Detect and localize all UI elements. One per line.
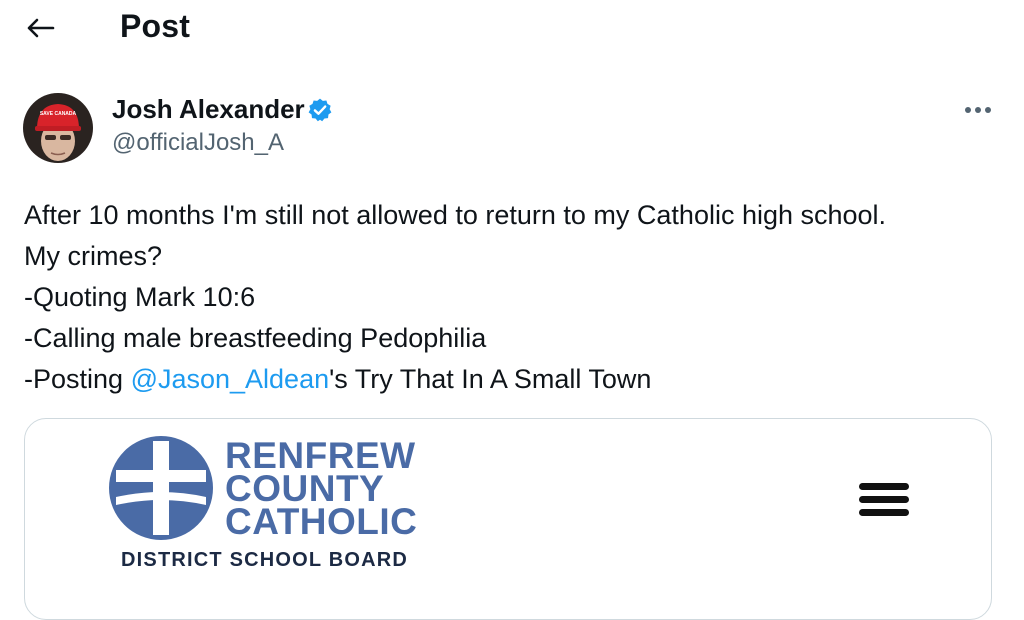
page-title: Post [120, 8, 191, 44]
post-line: My crimes? [24, 241, 163, 271]
hamburger-menu-icon[interactable] [859, 483, 909, 517]
post-line-suffix: 's Try That In A Small Town [329, 364, 652, 394]
dot-icon [975, 107, 981, 113]
author-name[interactable]: Josh Alexander [112, 94, 305, 125]
verified-badge-icon [308, 98, 332, 122]
post-line: -Calling male breastfeeding Pedophilia [24, 323, 487, 353]
avatar[interactable]: SAVE CANADA [23, 93, 93, 163]
author-handle[interactable]: @officialJosh_A [112, 129, 284, 157]
cap-text: SAVE CANADA [40, 111, 77, 117]
link-preview-card[interactable]: RENFREW COUNTY CATHOLIC DISTRICT SCHOOL … [24, 418, 992, 620]
logo-subtitle: DISTRICT SCHOOL BOARD [121, 549, 409, 571]
school-board-logo-icon [109, 436, 213, 540]
mention-link[interactable]: @Jason_Aldean [131, 364, 330, 394]
post-line: After 10 months I'm still not allowed to… [24, 200, 887, 230]
dot-icon [985, 107, 991, 113]
post-text: After 10 months I'm still not allowed to… [24, 195, 1004, 400]
arrow-left-icon [27, 18, 55, 38]
dot-icon [965, 107, 971, 113]
logo-line: CATHOLIC [225, 501, 418, 542]
logo-text: RENFREW COUNTY CATHOLIC [225, 437, 418, 542]
post-line: -Quoting Mark 10:6 [24, 282, 256, 312]
post-line-prefix: -Posting [24, 364, 131, 394]
back-button[interactable] [20, 10, 60, 46]
post-line: -Posting @Jason_Aldean's Try That In A S… [24, 359, 1004, 400]
more-options-button[interactable] [958, 96, 998, 124]
top-bar: Post [0, 0, 1024, 56]
